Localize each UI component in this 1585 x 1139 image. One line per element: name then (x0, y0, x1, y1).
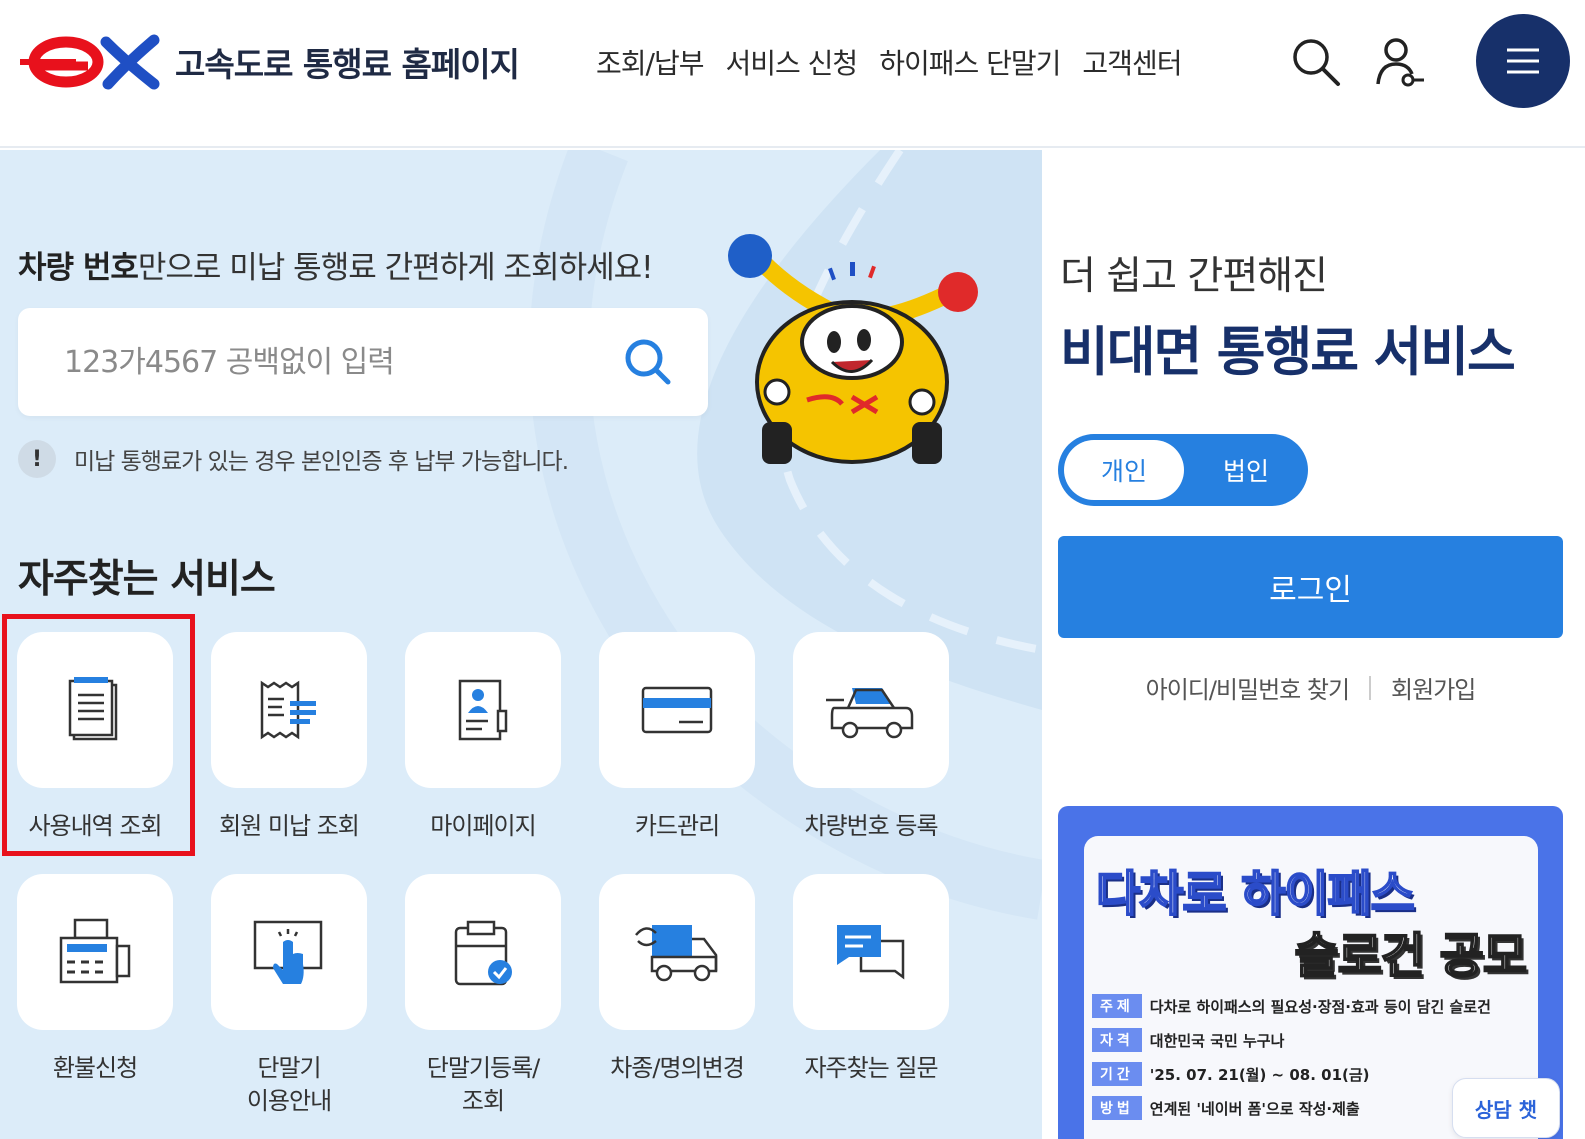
nav-customer-center[interactable]: 고객센터 (1082, 42, 1182, 82)
mascot-illustration (728, 234, 978, 464)
service-tile[interactable] (793, 632, 949, 788)
service-label: 차량번호 등록 (804, 812, 938, 840)
fax-icon (59, 918, 131, 984)
service-tile[interactable] (17, 874, 173, 1030)
site-header: 고속도로 통행료 홈페이지 조회/납부 서비스 신청 하이패스 단말기 고객센터 (0, 0, 1585, 148)
nav-inquiry-payment[interactable]: 조회/납부 (596, 42, 704, 82)
services-title: 자주찾는 서비스 (18, 557, 276, 602)
exclamation-icon: ! (18, 440, 56, 478)
service-tile[interactable] (405, 632, 561, 788)
side-title: 비대면 통행료 서비스 (1060, 322, 1516, 383)
banner-card: 다차로 하이패스 슬로건 공모 주제 다차로 하이패스의 필요성·장점·효과 등… (1084, 836, 1560, 1139)
headline-rest: 만으로 미납 통행료 간편하게 조회하세요! (137, 250, 654, 286)
banner-row: 방법 연계된 '네이버 폼'으로 작성·제출 (1092, 1096, 1360, 1120)
service-tile[interactable] (793, 874, 949, 1030)
car-icon (826, 688, 914, 739)
service-tile[interactable] (211, 874, 367, 1030)
service-label: 카드관리 (634, 812, 720, 840)
service-tile[interactable] (211, 632, 367, 788)
service-faq[interactable]: 자주찾는 질문 (776, 874, 966, 1085)
right-panel: 더 쉽고 간편해진 비대면 통행료 서비스 개인 법인 로그인 아이디/비밀번호… (1042, 150, 1585, 1139)
service-label: 단말기 이용안내 (246, 1054, 332, 1115)
chat-consult-button[interactable]: 상담 챗 (1452, 1078, 1560, 1138)
receipt-icon (260, 680, 316, 740)
main-nav: 조회/납부 서비스 신청 하이패스 단말기 고객센터 (596, 42, 1182, 82)
banner-row: 자격 대한민국 국민 누구나 (1092, 1028, 1284, 1052)
side-subtitle: 더 쉽고 간편해진 (1060, 254, 1328, 299)
login-button[interactable]: 로그인 (1058, 536, 1563, 638)
banner-tag: 자격 (1092, 1028, 1142, 1052)
truck-exchange-icon (635, 925, 718, 982)
chat-icon (837, 925, 905, 980)
card-icon (641, 686, 713, 734)
service-label: 단말기등록/ 조회 (426, 1054, 541, 1115)
ex-logo[interactable] (16, 32, 161, 92)
banner-row: 주제 다차로 하이패스의 필요성·장점·효과 등이 담긴 슬로건 (1092, 994, 1491, 1018)
find-id-password-link[interactable]: 아이디/비밀번호 찾기 (1146, 670, 1350, 705)
plate-search-input[interactable] (64, 338, 584, 386)
service-tile[interactable] (599, 632, 755, 788)
service-tile[interactable] (599, 874, 755, 1030)
banner-tag: 주제 (1092, 994, 1142, 1018)
link-divider (1369, 675, 1372, 700)
payment-notice: ! 미납 통행료가 있는 경우 본인인증 후 납부 가능합니다. (18, 440, 569, 478)
signup-link[interactable]: 회원가입 (1391, 670, 1476, 705)
service-member-unpaid[interactable]: 회원 미납 조회 (194, 632, 384, 843)
touch-screen-icon (253, 920, 323, 984)
service-label: 마이페이지 (430, 812, 536, 840)
site-title[interactable]: 고속도로 통행료 홈페이지 (175, 38, 520, 86)
banner-row: 기간 '25. 07. 21(월) ~ 08. 01(금) (1092, 1062, 1370, 1086)
banner-row-text: 연계된 '네이버 폼'으로 작성·제출 (1149, 1099, 1360, 1118)
service-device-registration[interactable]: 단말기등록/ 조회 (388, 874, 578, 1118)
notice-text: 미납 통행료가 있는 경우 본인인증 후 납부 가능합니다. (74, 449, 569, 475)
nav-service-apply[interactable]: 서비스 신청 (725, 42, 858, 82)
service-vehicle-change[interactable]: 차종/명의변경 (582, 874, 772, 1085)
search-submit-icon[interactable] (622, 336, 674, 388)
menu-button[interactable] (1476, 14, 1570, 108)
nav-hipass-device[interactable]: 하이패스 단말기 (879, 42, 1061, 82)
banner-heading-1: 다차로 하이패스 (1095, 865, 1416, 923)
service-label: 환불신청 (52, 1054, 138, 1082)
service-plate-registration[interactable]: 차량번호 등록 (776, 632, 966, 843)
highlight-box (2, 614, 195, 856)
banner-row-text: '25. 07. 21(월) ~ 08. 01(금) (1149, 1065, 1370, 1084)
hero-headline: 차량 번호만으로 미납 통행료 간편하게 조회하세요! (18, 242, 654, 287)
promo-banner[interactable]: 다차로 하이패스 슬로건 공모 주제 다차로 하이패스의 필요성·장점·효과 등… (1058, 806, 1563, 1139)
clipboard-check-icon (454, 920, 512, 986)
menu-icon (1507, 48, 1539, 74)
service-tile[interactable] (405, 874, 561, 1030)
headline-bold: 차량 번호 (18, 250, 139, 286)
member-type-toggle: 개인 법인 (1058, 434, 1308, 506)
profile-card-icon (458, 679, 508, 741)
user-icon[interactable] (1374, 36, 1426, 88)
banner-row-text: 대한민국 국민 누구나 (1149, 1031, 1285, 1050)
account-links: 아이디/비밀번호 찾기 회원가입 (1058, 670, 1563, 705)
plate-search-box (18, 308, 708, 416)
banner-tag: 기간 (1092, 1062, 1142, 1086)
service-label: 자주찾는 질문 (804, 1054, 938, 1082)
service-mypage[interactable]: 마이페이지 (388, 632, 578, 843)
service-device-guide[interactable]: 단말기 이용안내 (194, 874, 384, 1118)
search-icon[interactable] (1290, 36, 1342, 88)
left-panel: 차량 번호만으로 미납 통행료 간편하게 조회하세요! ! 미납 통행료가 있는… (0, 150, 1042, 1139)
banner-tag: 방법 (1092, 1096, 1142, 1120)
banner-heading-2: 슬로건 공모 (1293, 927, 1528, 985)
service-card-management[interactable]: 카드관리 (582, 632, 772, 843)
service-label: 회원 미납 조회 (219, 812, 360, 840)
banner-row-text: 다차로 하이패스의 필요성·장점·효과 등이 담긴 슬로건 (1149, 997, 1491, 1016)
service-label: 차종/명의변경 (610, 1054, 745, 1082)
toggle-corporate[interactable]: 법인 (1188, 440, 1304, 500)
service-refund[interactable]: 환불신청 (0, 874, 190, 1085)
toggle-personal[interactable]: 개인 (1064, 440, 1184, 500)
